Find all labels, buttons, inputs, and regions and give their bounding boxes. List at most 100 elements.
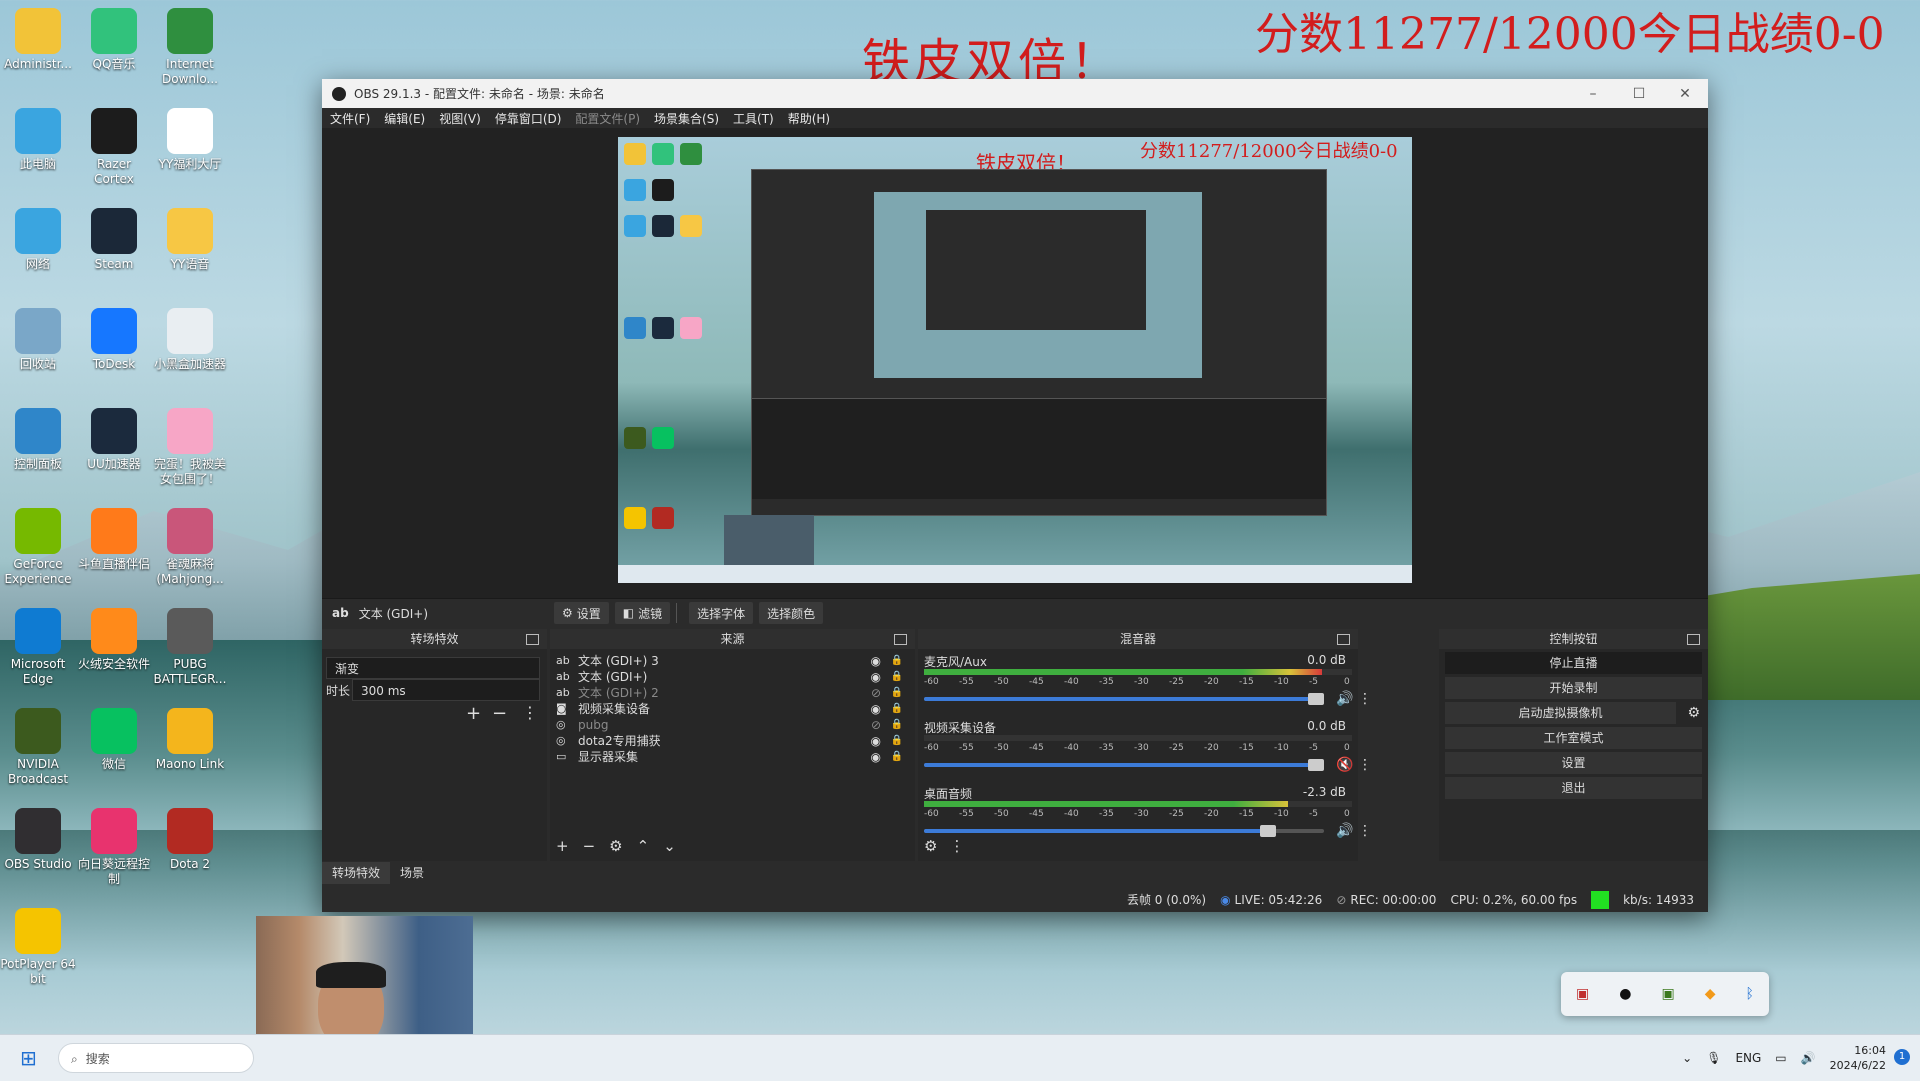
lock-icon[interactable]: 🔒 (891, 669, 903, 685)
undock-icon[interactable] (894, 634, 907, 645)
move-up-icon[interactable]: ⌃ (637, 837, 650, 855)
desktop-icon[interactable]: 网络 (0, 208, 76, 272)
volume-slider[interactable] (924, 759, 1324, 771)
visibility-eye-icon[interactable]: ◉ (871, 733, 881, 749)
desktop-icon[interactable]: 火绒安全软件 (76, 608, 152, 672)
studio-mode-button[interactable]: 工作室模式 (1445, 727, 1702, 749)
desktop-icon[interactable]: NVIDIA Broadcast (0, 708, 76, 787)
visibility-eye-icon[interactable]: ◉ (871, 701, 881, 717)
undock-icon[interactable] (526, 634, 539, 645)
source-item[interactable]: ▭ 显示器采集 ◉ 🔒 (550, 749, 915, 765)
menu-view[interactable]: 视图(V) (439, 110, 481, 127)
visibility-eye-icon[interactable]: ◉ (871, 749, 881, 765)
desktop-icon[interactable]: 雀魂麻将(Mahjong... (152, 508, 228, 587)
notification-badge[interactable]: 1 (1894, 1049, 1910, 1065)
source-item[interactable]: ab 文本 (GDI+) 2 ⊘ 🔒 (550, 685, 915, 701)
desktop-icon[interactable]: Steam (76, 208, 152, 272)
exit-button[interactable]: 退出 (1445, 777, 1702, 799)
add-transition-button[interactable]: + (466, 703, 481, 724)
mixer-settings-gear-icon[interactable]: ⚙ (924, 837, 937, 855)
source-item[interactable]: ◙ 视频采集设备 ◉ 🔒 (550, 701, 915, 717)
input-language[interactable]: ENG (1735, 1051, 1761, 1065)
source-item[interactable]: ab 文本 (GDI+) 3 ◉ 🔒 (550, 653, 915, 669)
desktop-icon[interactable]: 微信 (76, 708, 152, 772)
start-windows-icon[interactable]: ⊞ (20, 1047, 42, 1069)
add-source-button[interactable]: + (556, 837, 569, 855)
menu-file[interactable]: 文件(F) (330, 110, 370, 127)
transition-select[interactable]: 渐变 (326, 657, 540, 679)
close-button[interactable]: ✕ (1662, 86, 1708, 102)
desktop-icon[interactable]: 斗鱼直播伴侣 (76, 508, 152, 572)
menu-docks[interactable]: 停靠窗口(D) (495, 110, 562, 127)
tab-transitions[interactable]: 转场特效 (322, 862, 391, 884)
volume-slider[interactable] (924, 825, 1324, 837)
desktop-icon[interactable]: PotPlayer 64 bit (0, 908, 76, 987)
desktop-icon[interactable]: Administr... (0, 8, 76, 72)
channel-menu-icon[interactable]: ⋮ (1358, 757, 1372, 773)
volume-knob[interactable] (1308, 693, 1324, 705)
desktop-icon[interactable]: YY语音 (152, 208, 228, 272)
tray-nvidia-icon[interactable]: ▣ (1661, 986, 1674, 1002)
desktop-icon[interactable]: PUBG BATTLEGR... (152, 608, 228, 687)
clock[interactable]: 16:04 2024/6/22 (1830, 1043, 1886, 1073)
select-color-button[interactable]: 选择颜色 (759, 602, 824, 624)
desktop-icon[interactable]: OBS Studio (0, 808, 76, 872)
mixer-menu-icon[interactable]: ⋮ (949, 837, 964, 855)
volume-knob[interactable] (1308, 759, 1324, 771)
channel-menu-icon[interactable]: ⋮ (1358, 691, 1372, 707)
source-properties-gear-icon[interactable]: ⚙ (609, 837, 622, 855)
source-filters-button[interactable]: ◧ 滤镜 (614, 602, 671, 624)
desktop-icon[interactable]: QQ音乐 (76, 8, 152, 72)
duration-input[interactable]: 300 ms (352, 679, 540, 701)
lock-icon[interactable]: 🔒 (891, 733, 903, 749)
start-recording-button[interactable]: 开始录制 (1445, 677, 1702, 699)
preview-canvas[interactable]: 铁皮双倍！ 分数11277/12000今日战绩0-0 (618, 137, 1412, 583)
menu-profile[interactable]: 配置文件(P) (575, 110, 640, 127)
desktop-icon[interactable]: GeForce Experience (0, 508, 76, 587)
remove-transition-button[interactable]: − (492, 703, 507, 724)
microphone-icon[interactable]: 🎙 (1706, 1051, 1721, 1065)
desktop-icon[interactable]: Dota 2 (152, 808, 228, 872)
menu-edit[interactable]: 编辑(E) (384, 110, 425, 127)
volume-slider[interactable] (924, 693, 1324, 705)
menu-tools[interactable]: 工具(T) (733, 110, 774, 127)
source-item[interactable]: ◎ pubg ⊘ 🔒 (550, 717, 915, 733)
transition-menu-icon[interactable]: ⋮ (522, 703, 538, 722)
tab-scenes[interactable]: 场景 (390, 862, 434, 884)
lock-icon[interactable]: 🔒 (891, 717, 903, 733)
desktop-icon[interactable]: 回收站 (0, 308, 76, 372)
desktop-icon[interactable]: 控制面板 (0, 408, 76, 472)
desktop-icon[interactable]: UU加速器 (76, 408, 152, 472)
visibility-eye-icon[interactable]: ⊘ (871, 685, 881, 701)
desktop-icon[interactable]: 完蛋！我被美女包围了！ (152, 408, 228, 487)
visibility-eye-icon[interactable]: ◉ (871, 669, 881, 685)
speaker-icon[interactable]: 🔊 (1801, 1051, 1816, 1065)
select-font-button[interactable]: 选择字体 (689, 602, 754, 624)
source-settings-button[interactable]: ⚙ 设置 (554, 602, 609, 624)
remove-source-button[interactable]: − (583, 837, 596, 855)
menu-help[interactable]: 帮助(H) (788, 110, 830, 127)
undock-icon[interactable] (1687, 634, 1700, 645)
desktop-icon[interactable]: 此电脑 (0, 108, 76, 172)
lock-icon[interactable]: 🔒 (891, 701, 903, 717)
visibility-eye-icon[interactable]: ◉ (871, 653, 881, 669)
muted-speaker-icon[interactable]: 🔇 (1336, 757, 1353, 773)
desktop-icon[interactable]: Microsoft Edge (0, 608, 76, 687)
lock-icon[interactable]: 🔒 (891, 685, 903, 701)
lock-icon[interactable]: 🔒 (891, 653, 903, 669)
desktop-icon[interactable]: Maono Link (152, 708, 228, 772)
desktop-icon[interactable]: ToDesk (76, 308, 152, 372)
channel-menu-icon[interactable]: ⋮ (1358, 823, 1372, 839)
start-virtual-camera-button[interactable]: 启动虚拟摄像机 ⚙ (1445, 702, 1700, 724)
desktop-icon[interactable]: 向日葵远程控制 (76, 808, 152, 887)
menu-scene-collection[interactable]: 场景集合(S) (654, 110, 719, 127)
source-item[interactable]: ab 文本 (GDI+) ◉ 🔒 (550, 669, 915, 685)
settings-button[interactable]: 设置 (1445, 752, 1702, 774)
visibility-eye-icon[interactable]: ⊘ (871, 717, 881, 733)
title-bar[interactable]: OBS 29.1.3 - 配置文件: 未命名 - 场景: 未命名 – ☐ ✕ (322, 79, 1708, 108)
minimize-button[interactable]: – (1570, 86, 1616, 102)
source-item[interactable]: ◎ dota2专用捕获 ◉ 🔒 (550, 733, 915, 749)
tray-chevron-up-icon[interactable]: ⌄ (1682, 1051, 1692, 1065)
desktop-icon[interactable]: Razer Cortex (76, 108, 152, 187)
desktop-icon[interactable]: YY福利大厅 (152, 108, 228, 172)
